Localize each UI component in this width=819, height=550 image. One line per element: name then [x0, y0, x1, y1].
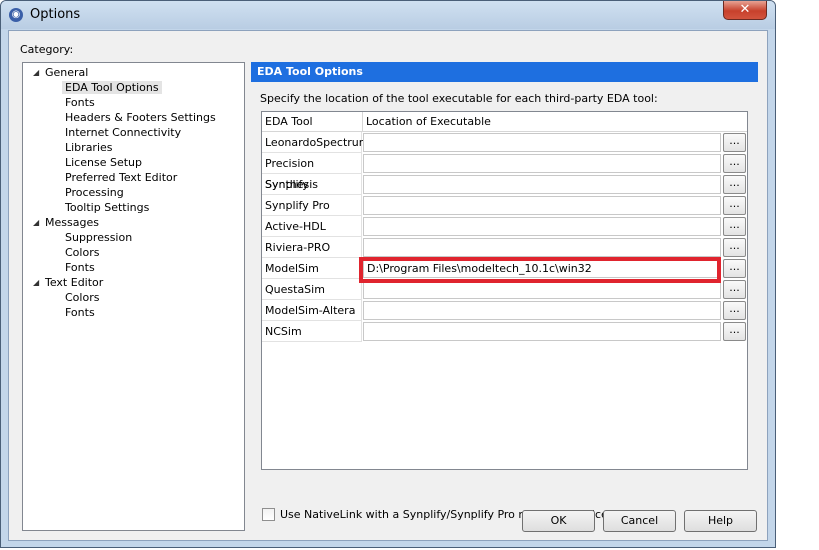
category-tree[interactable]: ◢ General EDA Tool Options Fonts Headers & F… — [22, 62, 245, 531]
tree-item-label: Headers & Footers Settings — [65, 111, 216, 124]
table-row: NCSim... — [262, 321, 747, 342]
browse-button[interactable]: ... — [723, 196, 746, 215]
expand-arrow-icon[interactable]: ◢ — [33, 65, 39, 80]
tree-item-label: Preferred Text Editor — [65, 171, 178, 184]
tree-item[interactable]: ◢ Messages — [33, 215, 99, 230]
tree-item-label: Colors — [65, 246, 100, 259]
eda-tool-name: Riviera-PRO — [262, 237, 362, 258]
tree-item[interactable]: Libraries — [65, 140, 113, 155]
table-row: Synplify... — [262, 174, 747, 195]
executable-path-field[interactable] — [363, 301, 721, 320]
browse-button[interactable]: ... — [723, 175, 746, 194]
table-row: Riviera-PRO... — [262, 237, 747, 258]
browse-button[interactable]: ... — [723, 301, 746, 320]
expand-arrow-icon[interactable]: ◢ — [33, 215, 39, 230]
tree-item-label: EDA Tool Options — [62, 81, 162, 94]
executable-path-field[interactable] — [363, 196, 721, 215]
executable-path-field[interactable] — [363, 280, 721, 299]
nativelink-checkbox[interactable] — [262, 508, 275, 521]
background — [776, 0, 819, 550]
panel-header: EDA Tool Options — [251, 62, 758, 82]
tree-item[interactable]: Colors — [65, 290, 99, 305]
table-row: Precision Synthesis... — [262, 153, 747, 191]
tree-item-label: Suppression — [65, 231, 133, 244]
tree-item-label: Libraries — [65, 141, 113, 154]
eda-tool-options-panel: EDA Tool Options Specify the location of… — [251, 62, 758, 531]
tree-item[interactable]: Fonts — [65, 305, 95, 320]
table-row: LeonardoSpectrum... — [262, 132, 747, 153]
title-bar[interactable]: ◉ Options ✕ — [1, 1, 775, 29]
executable-path-field[interactable]: D:\Program Files\modeltech_10.1c\win32 — [363, 259, 721, 278]
tree-item[interactable]: EDA Tool Options — [62, 80, 162, 95]
tree-item[interactable]: Internet Connectivity — [65, 125, 181, 140]
eda-tool-name: Synplify — [262, 174, 362, 195]
window-title: Options — [30, 7, 81, 22]
column-divider[interactable] — [362, 112, 363, 131]
eda-tool-name: Precision Synthesis — [262, 153, 362, 191]
table-row: Synplify Pro... — [262, 195, 747, 216]
tree-item[interactable]: License Setup — [65, 155, 142, 170]
instruction-text: Specify the location of the tool executa… — [260, 92, 658, 105]
executable-path-field[interactable] — [363, 175, 721, 194]
tree-item[interactable]: ◢ Text Editor — [33, 275, 104, 290]
tree-item-label: Fonts — [65, 261, 95, 274]
browse-button[interactable]: ... — [723, 154, 746, 173]
browse-button[interactable]: ... — [723, 259, 746, 278]
eda-tool-table: EDA Tool Location of Executable Leonardo… — [261, 111, 748, 470]
close-button[interactable]: ✕ — [723, 1, 767, 20]
browse-button[interactable]: ... — [723, 322, 746, 341]
eda-tool-name: ModelSim — [262, 258, 362, 279]
expand-arrow-icon[interactable]: ◢ — [33, 275, 39, 290]
executable-path-field[interactable] — [363, 238, 721, 257]
eda-tool-name: ModelSim-Altera — [262, 300, 362, 321]
eda-tool-name: Synplify Pro — [262, 195, 362, 216]
options-dialog: ◉ Options ✕ Category: ◢ General EDA Tool O… — [0, 0, 776, 548]
browse-button[interactable]: ... — [723, 238, 746, 257]
tree-item[interactable]: Suppression — [65, 230, 132, 245]
category-label: Category: — [20, 43, 74, 56]
executable-path-field[interactable] — [363, 154, 721, 173]
tree-item-label: Internet Connectivity — [65, 126, 182, 139]
tree-item-label: General — [45, 66, 89, 79]
dialog-body: Category: ◢ General EDA Tool Options Fonts H… — [8, 30, 768, 541]
tree-item[interactable]: ◢ General — [33, 65, 89, 80]
tree-item[interactable]: Fonts — [65, 260, 95, 275]
quartus-app-icon: ◉ — [9, 8, 23, 22]
eda-tool-name: LeonardoSpectrum — [262, 132, 370, 153]
browse-button[interactable]: ... — [723, 217, 746, 236]
tree-item-label: Text Editor — [45, 276, 104, 289]
tree-item[interactable]: Processing — [65, 185, 124, 200]
tree-item-label: Colors — [65, 291, 100, 304]
ok-button[interactable]: OK — [522, 510, 595, 532]
table-row: QuestaSim... — [262, 279, 747, 300]
executable-path-field[interactable] — [363, 133, 721, 152]
table-row: ModelSim-Altera... — [262, 300, 747, 321]
help-button[interactable]: Help — [684, 510, 757, 532]
browse-button[interactable]: ... — [723, 133, 746, 152]
tree-item[interactable]: Preferred Text Editor — [65, 170, 177, 185]
tree-item-label: Processing — [65, 186, 124, 199]
executable-path-field[interactable] — [363, 217, 721, 236]
tree-item[interactable]: Headers & Footers Settings — [65, 110, 216, 125]
column-header-eda-tool: EDA Tool — [265, 115, 313, 128]
eda-tool-name: QuestaSim — [262, 279, 362, 300]
table-row: ModelSim D:\Program Files\modeltech_10.1c… — [262, 258, 747, 279]
tree-item-label: Fonts — [65, 306, 95, 319]
column-header-location: Location of Executable — [366, 115, 491, 128]
browse-button[interactable]: ... — [723, 280, 746, 299]
cancel-button[interactable]: Cancel — [603, 510, 676, 532]
table-row: Active-HDL... — [262, 216, 747, 237]
tree-item-label: Messages — [45, 216, 99, 229]
tree-item-label: License Setup — [65, 156, 142, 169]
tree-item-label: Tooltip Settings — [65, 201, 150, 214]
table-header: EDA Tool Location of Executable — [262, 112, 747, 132]
tree-item[interactable]: Fonts — [65, 95, 95, 110]
executable-path-field[interactable] — [363, 322, 721, 341]
tree-item[interactable]: Colors — [65, 245, 99, 260]
eda-tool-name: Active-HDL — [262, 216, 362, 237]
eda-tool-name: NCSim — [262, 321, 362, 342]
tree-item[interactable]: Tooltip Settings — [65, 200, 149, 215]
tree-item-label: Fonts — [65, 96, 95, 109]
